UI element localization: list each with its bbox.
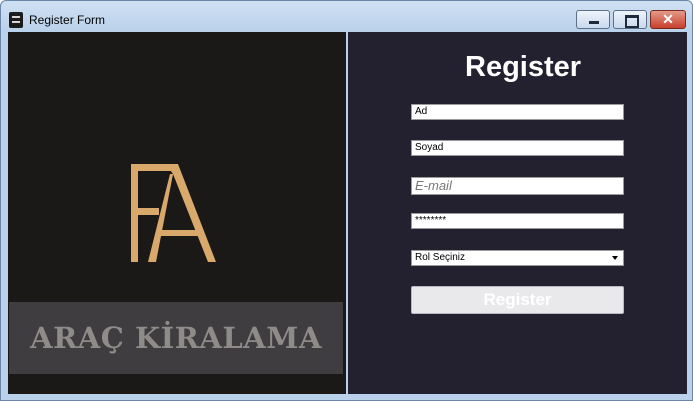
app-icon — [9, 12, 23, 28]
password-field[interactable]: ******** — [411, 213, 624, 229]
window-title: Register Form — [29, 13, 106, 27]
register-panel: Register Ad Soyad E-mail ******** Rol Se… — [348, 32, 687, 394]
close-icon: ✕ — [662, 11, 674, 27]
minimize-button[interactable] — [576, 10, 610, 29]
register-button[interactable]: Register — [411, 286, 624, 314]
maximize-button[interactable] — [613, 10, 647, 29]
first-name-field[interactable]: Ad — [411, 104, 624, 120]
role-select[interactable]: Rol Seçiniz — [411, 250, 624, 266]
last-name-field[interactable]: Soyad — [411, 140, 624, 156]
close-button[interactable]: ✕ — [650, 10, 686, 29]
title-bar[interactable]: Register Form ✕ — [1, 1, 692, 32]
chevron-down-icon — [612, 256, 618, 260]
brand-panel: ARAÇ KİRALAMA — [8, 32, 346, 394]
register-form-window: Register Form ✕ ARAÇ KİRALAMA Register A… — [0, 0, 693, 401]
email-field[interactable]: E-mail — [411, 177, 624, 195]
form-heading: Register — [465, 51, 582, 83]
brand-banner: ARAÇ KİRALAMA — [9, 302, 343, 374]
fa-logo — [131, 164, 216, 262]
role-select-value: Rol Seçiniz — [415, 252, 466, 263]
brand-banner-text: ARAÇ KİRALAMA — [30, 321, 322, 355]
